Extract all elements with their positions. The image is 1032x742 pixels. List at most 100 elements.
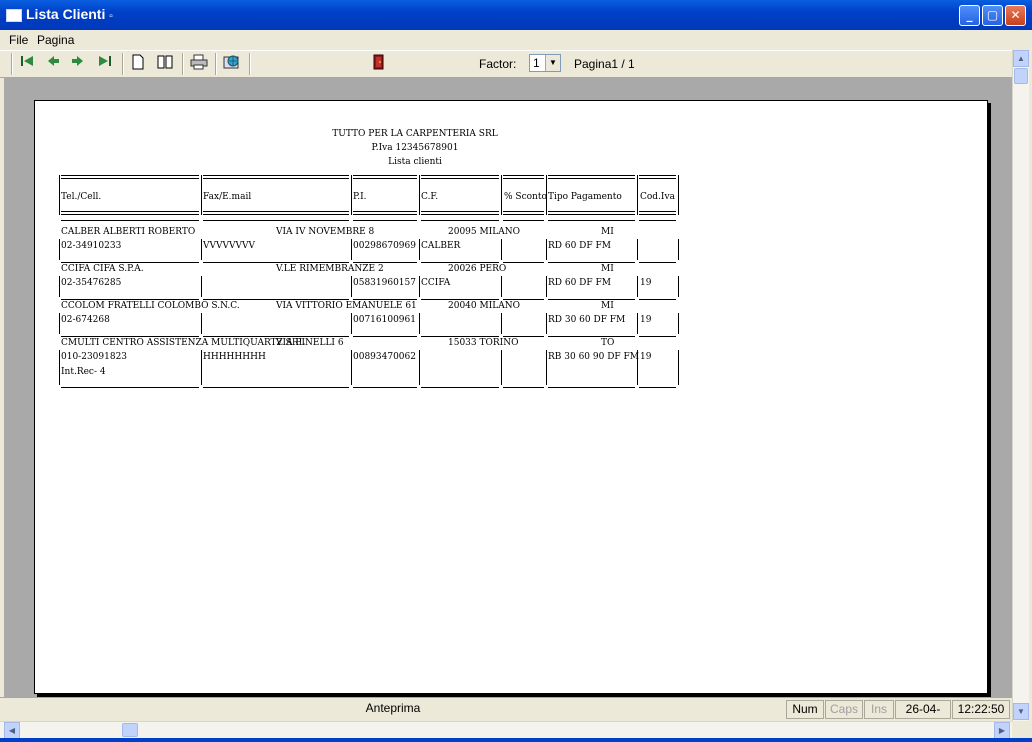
column-header: C.F. [421, 192, 439, 202]
toolbar-separator [249, 53, 251, 75]
row-rule [421, 387, 499, 388]
menu-bar: File Pagina [0, 30, 1032, 50]
customer-piva: 00298670969 [353, 241, 416, 251]
scroll-down-button[interactable]: ▼ [1013, 703, 1029, 720]
menu-pagina[interactable]: Pagina [37, 33, 74, 47]
header-rule [639, 211, 676, 212]
header-rule [548, 220, 635, 221]
customer-province: MI [601, 301, 614, 311]
last-page-button[interactable] [95, 54, 115, 74]
row-rule [203, 387, 349, 388]
row-rule [353, 299, 417, 300]
customer-fax: VVVVVVVV [203, 241, 255, 251]
next-page-icon [72, 56, 83, 66]
column-divider [637, 175, 638, 215]
last-page-icon [99, 56, 111, 66]
two-pages-icon [157, 55, 173, 69]
globe-export-icon [223, 55, 239, 69]
row-rule [503, 387, 544, 388]
exit-button[interactable] [369, 54, 389, 74]
customer-tel: 02-35476285 [61, 278, 122, 288]
maximize-button[interactable]: ▢ [982, 5, 1003, 26]
column-divider [201, 350, 202, 385]
door-exit-icon [373, 54, 384, 70]
row-rule [421, 262, 499, 263]
customer-piva: 00893470062 [353, 352, 416, 362]
first-page-button[interactable] [17, 54, 37, 74]
customer-tel: 02-34910233 [61, 241, 122, 251]
customer-name: CALBER ALBERTI ROBERTO [61, 227, 196, 237]
column-divider [351, 313, 352, 334]
column-header: Fax/E.mail [203, 192, 252, 202]
factor-select[interactable]: 1 ▼ [529, 54, 561, 72]
column-divider [419, 239, 420, 260]
column-divider [546, 276, 547, 297]
two-pages-button[interactable] [155, 54, 175, 74]
header-rule [421, 211, 499, 212]
next-page-button[interactable] [68, 54, 88, 74]
customer-province: TO [601, 338, 615, 348]
header-rule [548, 175, 635, 176]
chevron-down-icon[interactable]: ▼ [545, 55, 560, 71]
report-document: TUTTO PER LA CARPENTERIA SRL P.Iva 12345… [35, 101, 987, 693]
scroll-left-button[interactable]: ◀ [4, 722, 20, 739]
column-divider [501, 239, 502, 260]
print-button[interactable] [189, 54, 209, 74]
row-rule [203, 336, 349, 337]
header-rule [421, 214, 499, 215]
single-page-button[interactable] [128, 54, 148, 74]
column-divider [678, 276, 679, 297]
customer-cf: CALBER [421, 241, 461, 251]
vertical-scroll-thumb[interactable] [1014, 68, 1028, 84]
header-rule [353, 220, 417, 221]
column-divider [419, 313, 420, 334]
column-divider [546, 313, 547, 334]
row-rule [203, 262, 349, 263]
horizontal-scrollbar[interactable]: ◀ ▶ [0, 721, 1012, 739]
scroll-up-button[interactable]: ▲ [1013, 50, 1029, 67]
close-button[interactable]: ✕ [1005, 5, 1026, 26]
column-divider [501, 313, 502, 334]
minimize-button[interactable]: _ [959, 5, 980, 26]
export-button[interactable] [222, 54, 242, 74]
window-icon[interactable] [6, 9, 22, 22]
scroll-right-button[interactable]: ▶ [994, 722, 1010, 739]
menu-file[interactable]: File [9, 33, 28, 47]
customer-city: 15033 TORINO [448, 338, 519, 348]
customer-name: CCOLOM FRATELLI COLOMBO S.N.C. [61, 301, 240, 311]
toolbar-separator [182, 53, 184, 75]
header-rule [639, 214, 676, 215]
customer-name: CMULTI CENTRO ASSISTENZA MULTIQUARTZ SRL [61, 338, 305, 348]
customer-piva: 00716100961 [353, 315, 416, 325]
header-rule [421, 220, 499, 221]
customer-city: 20026 PERO [448, 264, 507, 274]
preview-viewport[interactable]: TUTTO PER LA CARPENTERIA SRL P.Iva 12345… [4, 78, 1012, 697]
row-rule [421, 336, 499, 337]
customer-address: V.LE RIMEMBRANZE 2 [276, 264, 384, 274]
report-company: TUTTO PER LA CARPENTERIA SRL [332, 129, 498, 139]
status-time: 12:22:50 [952, 700, 1010, 719]
window-border [0, 738, 1032, 742]
page-indicator: Pagina1 / 1 [574, 57, 635, 71]
app-window: Lista Clienti ▫ _ ▢ ✕ File Pagina Factor… [0, 0, 1032, 742]
prev-page-button[interactable] [43, 54, 63, 74]
vertical-scrollbar[interactable]: ▲ ▼ [1012, 50, 1029, 721]
header-rule [61, 214, 199, 215]
column-divider [678, 350, 679, 385]
header-rule [548, 178, 635, 179]
customer-tel: 02-674268 [61, 315, 110, 325]
horizontal-scroll-thumb[interactable] [122, 723, 138, 737]
status-bar: Anteprima Num Caps Ins 26-04-2016 12:22:… [0, 697, 1012, 722]
header-rule [203, 175, 349, 176]
prev-page-icon [48, 56, 59, 66]
customer-province: MI [601, 264, 614, 274]
customer-payment: RD 30 60 DF FM [548, 315, 626, 325]
customer-iva: 19 [640, 315, 652, 325]
customer-payment: RD 60 DF FM [548, 241, 611, 251]
header-rule [353, 178, 417, 179]
customer-extra: Int.Rec- 4 [61, 367, 106, 377]
customer-payment: RB 30 60 90 DF FM [548, 352, 639, 362]
header-rule [203, 211, 349, 212]
row-rule [61, 262, 199, 263]
title-bar[interactable]: Lista Clienti ▫ _ ▢ ✕ [0, 0, 1032, 31]
